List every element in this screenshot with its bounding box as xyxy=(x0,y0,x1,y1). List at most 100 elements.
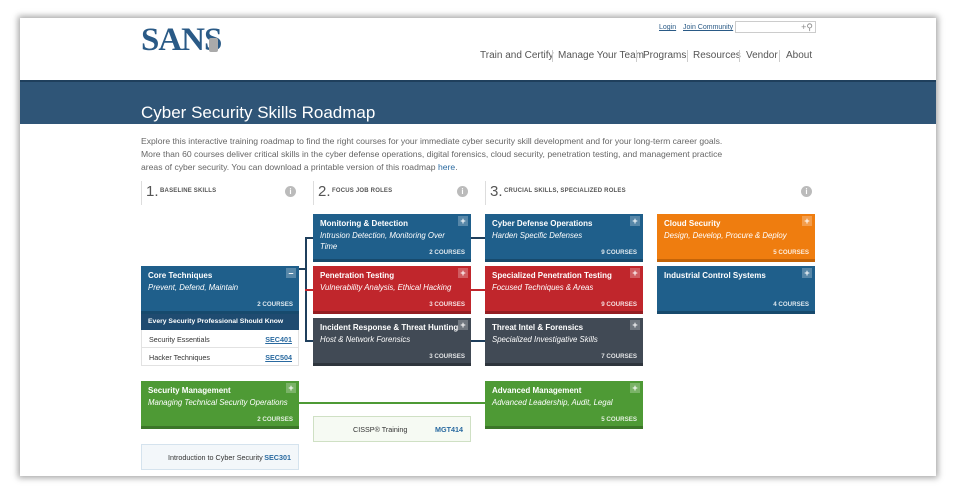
card-subtitle: Harden Specific Defenses xyxy=(492,231,583,240)
column-focus: 2. FOCUS JOB ROLES i xyxy=(313,181,471,205)
card-title: Threat Intel & Forensics xyxy=(492,323,584,332)
card-title: Core Techniques xyxy=(148,271,213,280)
info-icon[interactable]: i xyxy=(801,186,812,197)
nav-divider xyxy=(636,50,637,62)
course-code-link[interactable]: SEC504 xyxy=(265,353,292,362)
expand-icon[interactable]: + xyxy=(630,216,640,226)
join-community-link[interactable]: Join Community xyxy=(683,24,733,31)
course-code-link[interactable]: SEC401 xyxy=(265,335,292,344)
card-title: Penetration Testing xyxy=(320,271,395,280)
card-course-count: 5 COURSES xyxy=(601,416,637,423)
nav-resources[interactable]: Resources xyxy=(693,50,741,61)
card-cyber-defense-operations[interactable]: Cyber Defense Operations Harden Specific… xyxy=(485,214,643,262)
card-subtitle: Managing Technical Security Operations xyxy=(148,398,288,407)
card-threat-intel-forensics[interactable]: Threat Intel & Forensics Specialized Inv… xyxy=(485,318,643,366)
column-label: FOCUS JOB ROLES xyxy=(332,188,393,194)
course-name: Introduction to Cyber Security xyxy=(168,453,263,462)
card-monitoring-detection[interactable]: Monitoring & Detection Intrusion Detecti… xyxy=(313,214,471,262)
expand-icon[interactable]: + xyxy=(630,320,640,330)
core-sub-heading: Every Security Professional Should Know xyxy=(141,314,299,330)
course-row[interactable]: Hacker Techniques SEC504 xyxy=(141,348,299,366)
card-course-count: 2 COURSES xyxy=(429,249,465,256)
connector-line xyxy=(471,340,485,342)
course-code-link[interactable]: MGT414 xyxy=(435,425,463,434)
column-baseline: 1. BASELINE SKILLS i xyxy=(141,181,299,205)
card-subtitle: Vulnerability Analysis, Ethical Hacking xyxy=(320,283,452,292)
card-course-count: 3 COURSES xyxy=(429,353,465,360)
expand-icon[interactable]: + xyxy=(802,216,812,226)
nav-divider xyxy=(552,50,553,62)
expand-icon[interactable]: + xyxy=(458,268,468,278)
expand-icon[interactable]: + xyxy=(458,216,468,226)
login-link[interactable]: Login xyxy=(659,24,676,31)
card-incident-response[interactable]: Incident Response & Threat Hunting Host … xyxy=(313,318,471,366)
page-title: Cyber Security Skills Roadmap xyxy=(141,103,376,122)
intro-end: . xyxy=(455,162,458,172)
card-subtitle: Specialized Investigative Skills xyxy=(492,335,598,344)
nav-manage-team[interactable]: Manage Your Team xyxy=(558,50,644,61)
column-number: 3. xyxy=(490,183,503,200)
page-banner: Cyber Security Skills Roadmap xyxy=(20,80,936,124)
course-row[interactable]: Security Essentials SEC401 xyxy=(141,330,299,348)
column-number: 2. xyxy=(318,183,331,200)
card-core-techniques[interactable]: Core Techniques Prevent, Defend, Maintai… xyxy=(141,266,299,314)
connector-line xyxy=(471,289,485,291)
card-title: Cyber Defense Operations xyxy=(492,219,593,228)
nav-divider xyxy=(779,50,780,62)
course-name: Security Essentials xyxy=(149,335,210,344)
connector-line xyxy=(299,402,485,404)
card-security-management[interactable]: Security Management Managing Technical S… xyxy=(141,381,299,429)
card-course-count: 3 COURSES xyxy=(429,301,465,308)
search-input[interactable]: +⚲ xyxy=(735,21,816,33)
course-name: Hacker Techniques xyxy=(149,353,210,362)
card-penetration-testing[interactable]: Penetration Testing Vulnerability Analys… xyxy=(313,266,471,314)
expand-icon[interactable]: + xyxy=(630,268,640,278)
column-label: BASELINE SKILLS xyxy=(160,188,217,194)
card-subtitle: Host & Network Forensics xyxy=(320,335,411,344)
course-name: CISSP® Training xyxy=(353,425,408,434)
card-cloud-security[interactable]: Cloud Security Design, Develop, Procure … xyxy=(657,214,815,262)
nav-divider xyxy=(687,50,688,62)
collapse-icon[interactable]: – xyxy=(286,268,296,278)
card-industrial-control-systems[interactable]: Industrial Control Systems 4 COURSES + xyxy=(657,266,815,314)
card-specialized-pentest[interactable]: Specialized Penetration Testing Focused … xyxy=(485,266,643,314)
card-title: Specialized Penetration Testing xyxy=(492,271,612,280)
card-course-count: 2 COURSES xyxy=(257,416,293,423)
card-title: Industrial Control Systems xyxy=(664,271,766,280)
card-advanced-management[interactable]: Advanced Management Advanced Leadership,… xyxy=(485,381,643,429)
intro-text: Explore this interactive training roadma… xyxy=(141,135,731,174)
card-subtitle: Prevent, Defend, Maintain xyxy=(148,283,239,292)
card-course-count: 5 COURSES xyxy=(773,249,809,256)
column-number: 1. xyxy=(146,183,159,200)
printable-roadmap-link[interactable]: here xyxy=(438,162,455,172)
course-intro-cyber-security[interactable]: Introduction to Cyber Security SEC301 xyxy=(141,444,299,470)
expand-icon[interactable]: + xyxy=(286,383,296,393)
card-title: Incident Response & Threat Hunting xyxy=(320,323,459,332)
card-title: Advanced Management xyxy=(492,386,582,395)
intro-body: Explore this interactive training roadma… xyxy=(141,136,723,172)
nav-programs[interactable]: Programs xyxy=(643,50,686,61)
expand-icon[interactable]: + xyxy=(802,268,812,278)
nav-vendor[interactable]: Vendor xyxy=(746,50,778,61)
column-label: CRUCIAL SKILLS, SPECIALIZED ROLES xyxy=(504,188,626,194)
expand-icon[interactable]: + xyxy=(630,383,640,393)
course-code-link[interactable]: SEC301 xyxy=(264,453,291,462)
card-subtitle: Design, Develop, Procure & Deploy xyxy=(664,231,787,240)
nav-about[interactable]: About xyxy=(786,50,812,61)
card-course-count: 9 COURSES xyxy=(601,301,637,308)
card-course-count: 4 COURSES xyxy=(773,301,809,308)
card-course-count: 9 COURSES xyxy=(601,249,637,256)
info-icon[interactable]: i xyxy=(457,186,468,197)
column-crucial: 3. CRUCIAL SKILLS, SPECIALIZED ROLES i xyxy=(485,181,815,205)
course-cissp[interactable]: CISSP® Training MGT414 xyxy=(313,416,471,442)
card-title: Monitoring & Detection xyxy=(320,219,408,228)
connector-line xyxy=(305,289,313,291)
browser-frame: SANS Login Join Community +⚲ Train and C… xyxy=(20,18,936,476)
connector-line xyxy=(471,237,485,239)
search-icon[interactable]: +⚲ xyxy=(801,22,813,32)
expand-icon[interactable]: + xyxy=(458,320,468,330)
info-icon[interactable]: i xyxy=(285,186,296,197)
logo-badge-icon xyxy=(209,38,218,52)
card-title: Cloud Security xyxy=(664,219,721,228)
nav-train-certify[interactable]: Train and Certify xyxy=(480,50,554,61)
